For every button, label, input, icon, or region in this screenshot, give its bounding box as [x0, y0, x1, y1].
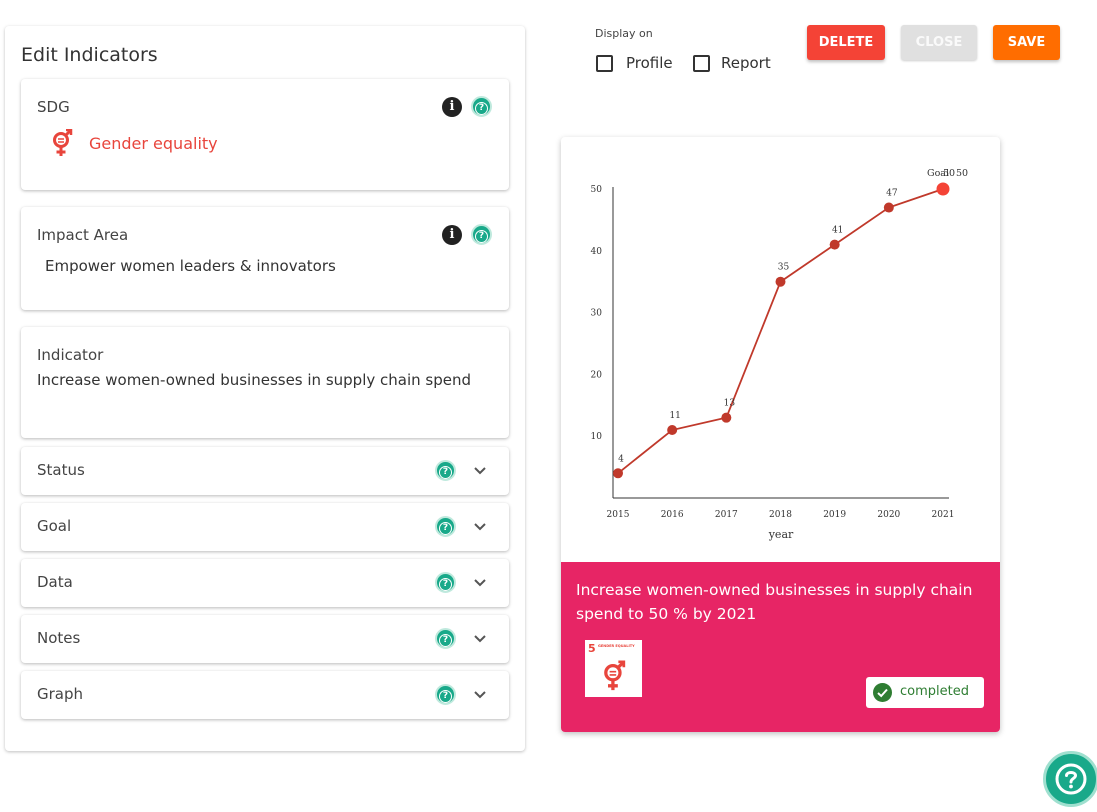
data-point [721, 412, 732, 423]
section-label: Graph [37, 685, 84, 703]
data-label: 50 [943, 168, 955, 179]
y-tick-label: 10 [591, 432, 603, 442]
section-label: Data [37, 573, 73, 591]
help-icon[interactable]: ? [435, 460, 456, 481]
indicator-label: Indicator [37, 346, 104, 364]
data-point [613, 468, 623, 479]
x-tick-label: 2020 [877, 510, 900, 520]
sdg-value: Gender equality [89, 134, 218, 153]
help-icon[interactable]: ? [471, 96, 492, 117]
x-tick-label: 2016 [661, 510, 684, 520]
indicator-card: Indicator Increase women-owned businesse… [21, 327, 509, 438]
impact-area-card: Impact Area i ? Empower women leaders & … [21, 207, 509, 310]
line-chart: 1020304050 2015 2016 2017 2018 2019 2020 2021 … [591, 168, 969, 541]
x-tick-label: 2021 [932, 510, 955, 520]
status-text: completed [900, 684, 969, 699]
data-label: 41 [832, 226, 843, 236]
goal-section[interactable]: Goal ? [21, 503, 509, 551]
impact-area-value: Empower women leaders & innovators [45, 257, 336, 275]
check-circle-icon [873, 683, 892, 702]
series-line [617, 188, 944, 474]
help-icon[interactable]: ? [435, 684, 456, 705]
data-label: 4 [618, 454, 624, 464]
gender-symbol-icon [604, 660, 626, 691]
chevron-down-icon[interactable] [474, 689, 486, 701]
help-icon[interactable]: ? [435, 628, 456, 649]
data-label: 11 [669, 411, 680, 421]
impact-area-label: Impact Area [37, 226, 129, 244]
data-label: 35 [778, 263, 790, 273]
sdg-text: GENDER EQUALITY [598, 644, 635, 648]
notes-section[interactable]: Notes ? [21, 615, 509, 663]
profile-label: Profile [626, 54, 673, 72]
sdg-5-tile: 5 GENDER EQUALITY [585, 640, 642, 697]
section-label: Status [37, 461, 85, 479]
chevron-down-icon[interactable] [474, 521, 486, 533]
status-badge: completed [866, 677, 984, 708]
x-tick-label: 2017 [715, 510, 738, 520]
chevron-down-icon[interactable] [474, 465, 486, 477]
chevron-down-icon[interactable] [474, 633, 486, 645]
data-label: 13 [724, 399, 736, 409]
data-point [829, 239, 840, 250]
x-tick-label: 2015 [607, 510, 630, 520]
gender-symbol-icon [53, 129, 73, 156]
sdg-label: SDG [37, 98, 70, 116]
report-label: Report [721, 54, 771, 72]
x-tick-label: 2018 [769, 510, 792, 520]
data-point [883, 202, 894, 213]
x-axis-label: year [768, 528, 794, 541]
data-section[interactable]: Data ? [21, 559, 509, 607]
info-icon[interactable]: i [442, 97, 462, 117]
panel-title: Edit Indicators [21, 44, 158, 66]
data-point [667, 425, 678, 436]
save-button[interactable]: SAVE [993, 25, 1060, 60]
goal-value-label: 50 [956, 168, 968, 179]
help-fab-button[interactable] [1043, 751, 1097, 807]
y-tick-label: 30 [591, 309, 603, 319]
help-icon [1055, 763, 1087, 795]
graph-section[interactable]: Graph ? [21, 671, 509, 719]
section-label: Goal [37, 517, 72, 535]
indicator-summary: Increase women-owned businesses in suppl… [561, 562, 1000, 732]
report-checkbox[interactable] [693, 55, 710, 72]
info-icon[interactable]: i [442, 225, 462, 245]
sdg-card: SDG i ? Gender equality [21, 79, 509, 190]
y-tick-label: 50 [591, 185, 603, 195]
section-label: Notes [37, 629, 81, 647]
y-tick-label: 40 [591, 247, 603, 257]
display-on-label: Display on [595, 27, 653, 40]
indicator-description: Increase women-owned businesses in suppl… [576, 581, 973, 623]
profile-checkbox[interactable] [596, 55, 613, 72]
chevron-down-icon[interactable] [474, 577, 486, 589]
help-icon[interactable]: ? [471, 224, 492, 245]
sdg-number: 5 [588, 642, 596, 655]
data-point [775, 276, 786, 287]
y-tick-label: 20 [591, 370, 603, 380]
data-label: 47 [886, 189, 898, 199]
close-button[interactable]: CLOSE [901, 25, 977, 60]
x-tick-label: 2019 [823, 510, 846, 520]
delete-button[interactable]: DELETE [807, 25, 885, 60]
help-icon[interactable]: ? [435, 516, 456, 537]
indicator-value: Increase women-owned businesses in suppl… [37, 371, 471, 389]
help-icon[interactable]: ? [435, 572, 456, 593]
goal-point [936, 182, 950, 196]
status-section[interactable]: Status ? [21, 447, 509, 495]
edit-indicators-panel: Edit Indicators SDG i ? Gender equality … [5, 26, 525, 751]
indicator-chart-card: 10 20 30 40 50 2015 2016 2017 2018 2019 2020 2021 … [561, 137, 1000, 732]
